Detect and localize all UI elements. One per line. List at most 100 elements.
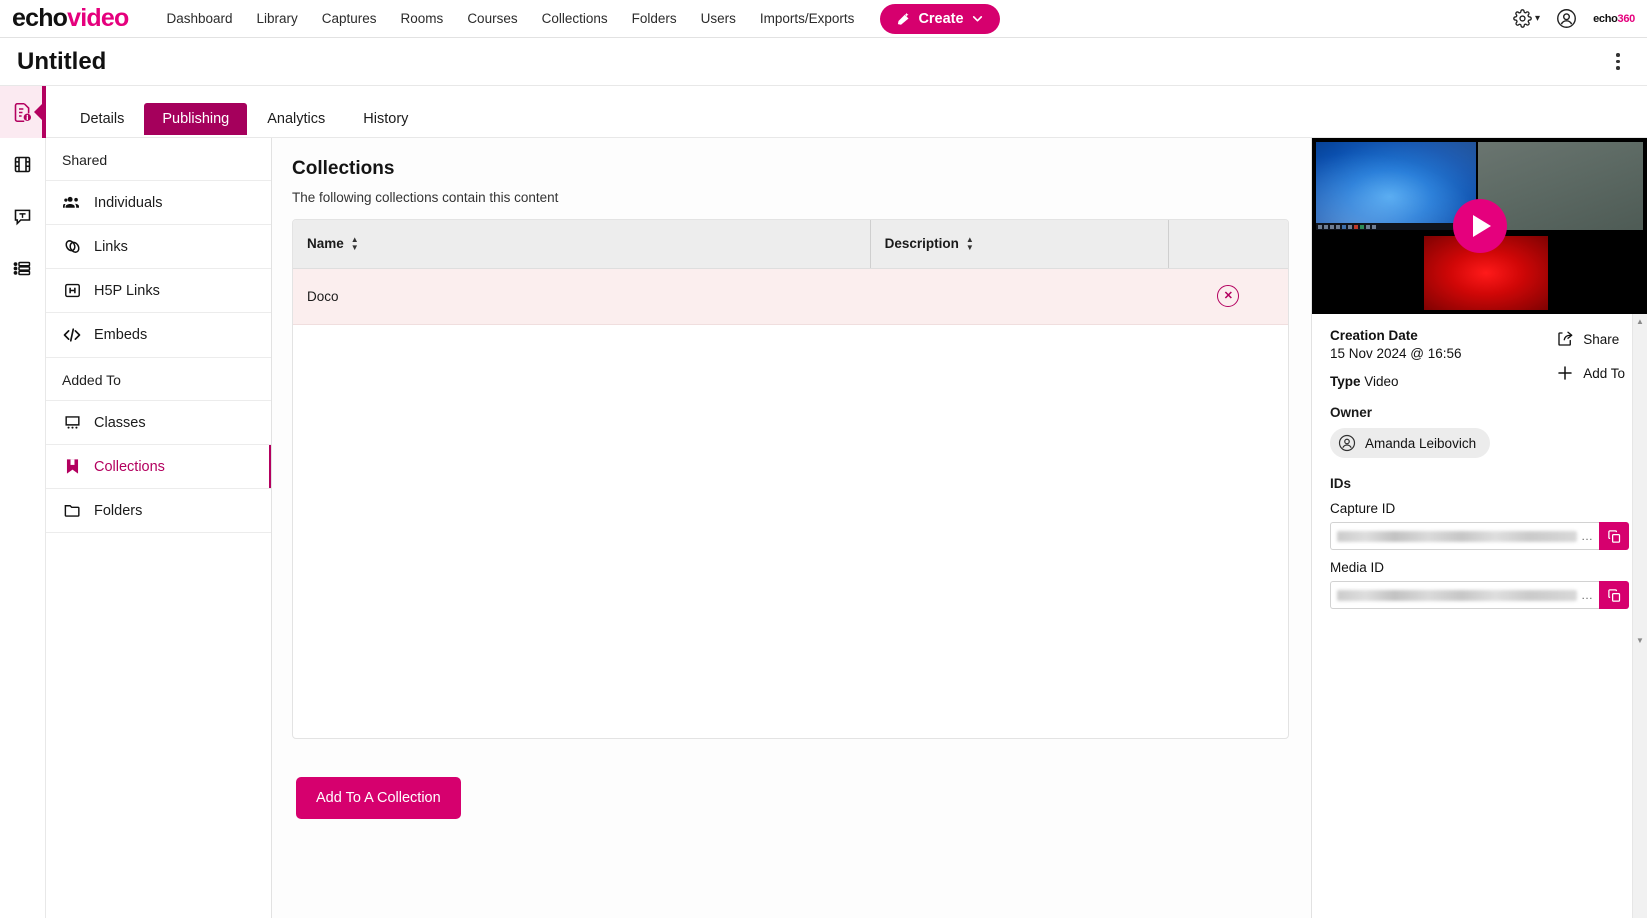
nav-link-library[interactable]: Library bbox=[245, 5, 310, 32]
list-chapters-icon bbox=[12, 258, 33, 279]
echovideo-logo[interactable]: echovideo bbox=[12, 6, 129, 31]
scroll-up-arrow-icon[interactable]: ▲ bbox=[1633, 314, 1647, 329]
media-id-input[interactable]: … bbox=[1330, 581, 1599, 609]
media-id-label: Media ID bbox=[1330, 560, 1385, 575]
play-button-icon[interactable] bbox=[1452, 199, 1507, 253]
nav-link-dashboard[interactable]: Dashboard bbox=[154, 5, 244, 32]
echo360-text-echo: echo bbox=[1593, 12, 1618, 25]
tab-publishing[interactable]: Publishing bbox=[144, 103, 248, 135]
tab-analytics[interactable]: Analytics bbox=[249, 103, 343, 135]
echo360-text-360: 360 bbox=[1617, 12, 1636, 25]
sidebar-item-label: Classes bbox=[94, 414, 146, 431]
redacted-value bbox=[1337, 530, 1577, 542]
column-header-description[interactable]: Description ▲ ▼ bbox=[869, 220, 1169, 269]
nav-link-courses[interactable]: Courses bbox=[455, 5, 529, 32]
details-scrollbar[interactable]: ▲ ▼ bbox=[1632, 314, 1647, 918]
details-top-row: Creation Date 15 Nov 2024 @ 16:56 Type V… bbox=[1330, 328, 1629, 389]
media-id-row: … bbox=[1330, 581, 1629, 609]
rail-item-media-clips[interactable] bbox=[0, 138, 45, 190]
video-thumbnail[interactable] bbox=[1312, 138, 1647, 314]
copy-media-id-button[interactable] bbox=[1599, 581, 1629, 609]
sidebar-item-collections[interactable]: Collections bbox=[46, 445, 271, 489]
share-icon bbox=[1556, 330, 1574, 348]
column-header-name[interactable]: Name ▲ ▼ bbox=[293, 220, 871, 269]
add-to-button[interactable]: Add To bbox=[1556, 364, 1625, 382]
creation-date-label: Creation Date bbox=[1330, 328, 1418, 343]
copy-capture-id-button[interactable] bbox=[1599, 522, 1629, 550]
type-label: Type bbox=[1330, 374, 1361, 389]
nav-link-users[interactable]: Users bbox=[689, 5, 748, 32]
user-avatar-icon bbox=[1556, 8, 1577, 29]
bookmark-icon bbox=[62, 457, 82, 476]
sort-toggle-icon[interactable]: ▲ ▼ bbox=[966, 236, 974, 252]
column-header-name-label: Name bbox=[307, 236, 344, 252]
ids-label: IDs bbox=[1330, 476, 1352, 491]
settings-caret-icon: ▾ bbox=[1535, 13, 1541, 24]
capture-id-input[interactable]: … bbox=[1330, 522, 1599, 550]
sidebar-item-label: Embeds bbox=[94, 327, 148, 343]
page-header: Untitled bbox=[0, 38, 1647, 86]
add-to-a-collection-button[interactable]: Add To A Collection bbox=[296, 777, 461, 819]
tab-details[interactable]: Details bbox=[62, 103, 142, 135]
link-icon bbox=[62, 237, 82, 256]
sidebar-item-label: Collections bbox=[94, 458, 165, 475]
kebab-dot bbox=[1616, 53, 1620, 57]
sidebar-item-label: Links bbox=[94, 238, 128, 255]
panel-actions: Share Add To bbox=[1556, 328, 1629, 389]
cta-container: Add To A Collection bbox=[292, 739, 1289, 819]
user-account-button[interactable] bbox=[1556, 8, 1577, 29]
type-row: Type Video bbox=[1330, 374, 1462, 389]
sidebar-item-classes[interactable]: Classes bbox=[46, 401, 271, 445]
transcript-bubble-icon bbox=[12, 206, 33, 227]
rail-item-details-info[interactable] bbox=[0, 86, 46, 138]
tab-bar: Details Publishing Analytics History bbox=[46, 86, 1647, 138]
media-id-ellipsis: … bbox=[1581, 588, 1593, 602]
type-value: Video bbox=[1364, 374, 1399, 389]
tab-history[interactable]: History bbox=[345, 103, 426, 135]
content-column: Details Publishing Analytics History Sha… bbox=[46, 86, 1647, 918]
creation-date-value: 15 Nov 2024 @ 16:56 bbox=[1330, 346, 1462, 361]
thumbnail-screen-desktop bbox=[1316, 142, 1476, 230]
nav-link-collections[interactable]: Collections bbox=[530, 5, 620, 32]
copy-icon bbox=[1607, 588, 1622, 603]
top-navigation-bar: echovideo Dashboard Library Captures Roo… bbox=[0, 0, 1647, 38]
cell-collection-description bbox=[870, 268, 1169, 325]
collections-panel: Collections The following collections co… bbox=[272, 138, 1311, 918]
sidebar-item-links[interactable]: Links bbox=[46, 225, 271, 269]
cell-actions: ✕ bbox=[1168, 268, 1288, 325]
sidebar-item-embeds[interactable]: Embeds bbox=[46, 313, 271, 358]
table-header-row: Name ▲ ▼ Description ▲ ▼ bbox=[293, 220, 1288, 269]
kebab-dot bbox=[1616, 59, 1620, 64]
copy-icon bbox=[1607, 529, 1622, 544]
rail-item-transcript[interactable] bbox=[0, 190, 45, 242]
magic-wand-icon bbox=[896, 11, 911, 26]
plus-icon bbox=[1556, 364, 1574, 382]
nav-link-folders[interactable]: Folders bbox=[620, 5, 689, 32]
table-body: Doco ✕ bbox=[293, 268, 1288, 325]
owner-name: Amanda Leibovich bbox=[1365, 435, 1477, 451]
classroom-icon bbox=[62, 413, 82, 432]
scroll-down-arrow-icon[interactable]: ▼ bbox=[1633, 633, 1647, 648]
sort-toggle-icon[interactable]: ▲ ▼ bbox=[351, 236, 359, 252]
table-row[interactable]: Doco ✕ bbox=[293, 268, 1288, 325]
remove-from-collection-button[interactable]: ✕ bbox=[1217, 285, 1240, 307]
nav-link-rooms[interactable]: Rooms bbox=[389, 5, 456, 32]
sidebar-item-folders[interactable]: Folders bbox=[46, 489, 271, 533]
nav-link-imports-exports[interactable]: Imports/Exports bbox=[748, 5, 867, 32]
nav-link-captures[interactable]: Captures bbox=[310, 5, 389, 32]
sidebar-item-h5p-links[interactable]: H5P Links bbox=[46, 269, 271, 313]
column-header-actions bbox=[1168, 220, 1288, 269]
sidebar-item-label: Individuals bbox=[94, 194, 163, 211]
page-title: Untitled bbox=[17, 47, 107, 75]
cell-collection-name: Doco bbox=[293, 268, 871, 325]
create-button[interactable]: Create bbox=[880, 3, 1000, 34]
rail-item-chapters[interactable] bbox=[0, 242, 45, 294]
sidebar-item-individuals[interactable]: Individuals bbox=[46, 181, 271, 225]
details-meta: Creation Date 15 Nov 2024 @ 16:56 Type V… bbox=[1330, 328, 1462, 389]
owner-label: Owner bbox=[1330, 405, 1373, 420]
owner-chip[interactable]: Amanda Leibovich bbox=[1330, 428, 1491, 458]
settings-menu-button[interactable]: ▾ bbox=[1513, 9, 1540, 28]
more-options-button[interactable] bbox=[1605, 49, 1631, 75]
share-button[interactable]: Share bbox=[1556, 330, 1625, 348]
details-body: Creation Date 15 Nov 2024 @ 16:56 Type V… bbox=[1312, 314, 1647, 918]
